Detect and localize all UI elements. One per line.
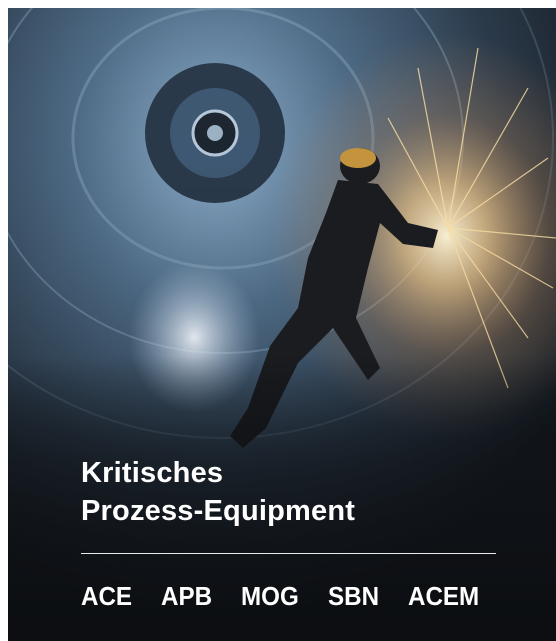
- brand-sbn[interactable]: SBN: [328, 580, 379, 612]
- product-card[interactable]: Kritisches Prozess-Equipment ACE APB MOG…: [8, 8, 556, 641]
- card-title: Kritisches Prozess-Equipment: [81, 454, 355, 530]
- brand-mog[interactable]: MOG: [241, 580, 299, 612]
- brand-apb[interactable]: APB: [161, 580, 212, 612]
- brand-list: ACE APB MOG SBN ACEM: [81, 580, 484, 612]
- brand-acem[interactable]: ACEM: [408, 580, 479, 612]
- divider: [81, 553, 496, 554]
- brand-ace[interactable]: ACE: [81, 580, 132, 612]
- title-line-2: Prozess-Equipment: [81, 495, 356, 527]
- caption-overlay: Kritisches Prozess-Equipment ACE APB MOG…: [8, 8, 556, 641]
- title-line-1: Kritisches: [81, 457, 224, 489]
